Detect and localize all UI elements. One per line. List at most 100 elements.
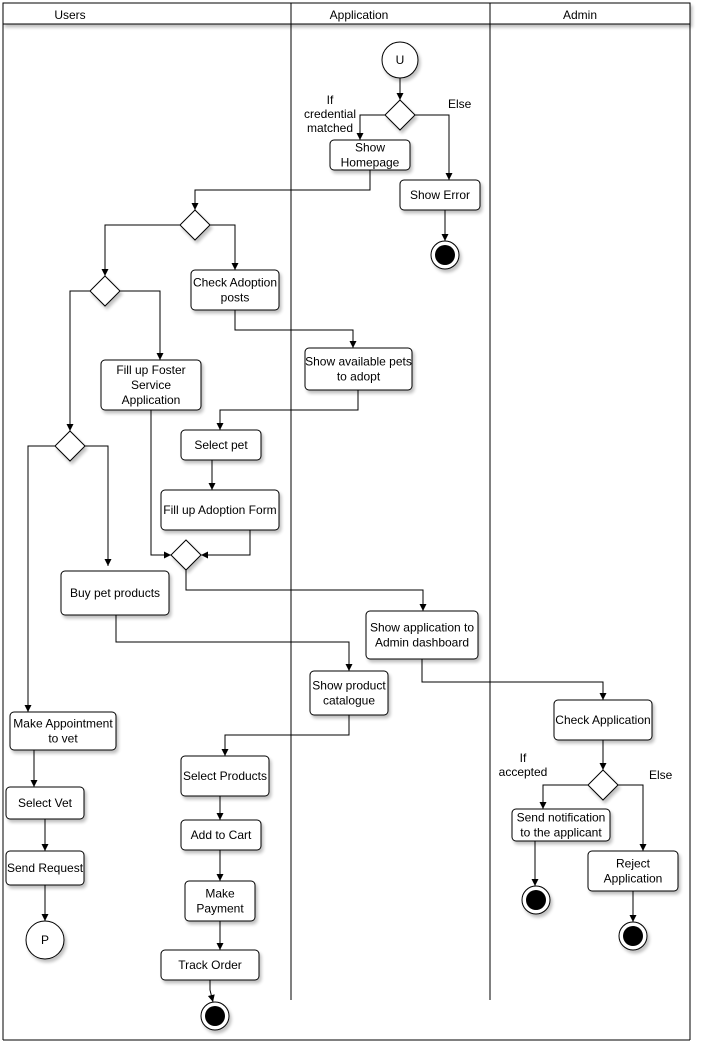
arrowhead <box>104 559 112 566</box>
control-flow-edge <box>150 410 171 559</box>
arrowhead <box>349 341 357 348</box>
lane-title-users: Users <box>54 8 85 22</box>
arrowhead <box>639 844 647 851</box>
show-to-admin-action: Show application toAdmin dashboard <box>365 610 479 660</box>
action-label: Payment <box>196 902 244 916</box>
action-label: Fill up Foster <box>116 363 185 377</box>
control-flow-edge <box>531 841 539 886</box>
guard-label: Else <box>448 97 472 111</box>
action-label: Homepage <box>341 156 400 170</box>
action-label: Service <box>131 378 171 392</box>
guard-label: matched <box>307 121 353 135</box>
action-label: Check Application <box>555 713 650 727</box>
arrowhead <box>539 802 547 809</box>
edge-line <box>234 310 354 348</box>
arrowhead <box>345 664 353 671</box>
control-flow-edge <box>618 784 647 851</box>
arrowhead <box>66 424 74 431</box>
control-flow-edge <box>356 114 385 140</box>
arrowhead <box>156 353 164 360</box>
action-label: Fill up Adoption Form <box>163 503 276 517</box>
select-vet-action: Select Vet <box>5 786 85 820</box>
arrowhead <box>208 483 216 490</box>
control-flow-edge <box>30 750 38 787</box>
action-label: Make Appointment <box>13 717 113 731</box>
buy-products-action: Buy pet products <box>60 570 170 616</box>
control-flow-edge <box>234 310 357 348</box>
control-flow-edge <box>221 715 350 756</box>
show-catalogue-action: Show productcatalogue <box>309 670 389 716</box>
d-accept-decision <box>587 769 619 801</box>
action-label: to the applicant <box>520 826 602 840</box>
edge-line <box>359 114 385 140</box>
final-inner-dot <box>205 1006 225 1026</box>
control-flow-edge <box>599 740 607 770</box>
control-flow-edge <box>216 921 224 950</box>
action-label: Show Error <box>410 188 470 202</box>
edge-line <box>210 224 236 270</box>
action-label: to vet <box>48 732 78 746</box>
action-label: Select Vet <box>18 796 73 810</box>
final-inner-dot <box>435 245 455 265</box>
decision-diamond <box>587 769 619 801</box>
action-label: posts <box>221 291 250 305</box>
decision-diamond <box>384 99 416 131</box>
arrowhead <box>419 604 427 611</box>
fill-adoption-action: Fill up Adoption Form <box>160 489 280 531</box>
control-flow-edge <box>185 570 427 611</box>
decision-diamond <box>170 539 202 571</box>
arrowhead <box>164 551 171 559</box>
decision-diamond <box>89 275 121 307</box>
edge-line <box>150 410 171 556</box>
arrowhead <box>356 133 364 140</box>
edge-line <box>85 445 109 566</box>
send-request-action: Send Request <box>5 850 85 886</box>
control-flow-edge <box>216 796 224 820</box>
end-reject-final-node <box>618 921 648 951</box>
guard-label: If <box>520 751 527 765</box>
arrowhead <box>221 749 229 756</box>
action-label: Send Request <box>7 861 84 875</box>
arrowhead <box>216 423 224 430</box>
edge-line <box>69 290 90 431</box>
arrowhead <box>531 879 539 886</box>
edge-line <box>415 114 450 180</box>
control-flow-edge <box>208 460 216 490</box>
control-flow-edge <box>41 819 49 851</box>
edge-line <box>120 290 161 360</box>
control-flow-edge <box>207 980 215 1003</box>
arrowhead <box>599 693 607 700</box>
lane-title-application: Application <box>330 8 389 22</box>
make-appointment-action: Make Appointmentto vet <box>9 711 117 751</box>
end-error-final-node <box>430 240 460 270</box>
edge-line <box>104 224 180 276</box>
fill-foster-action: Fill up FosterServiceApplication <box>100 359 202 411</box>
control-flow-edge <box>441 210 449 241</box>
guard-label: Else <box>649 768 673 782</box>
action-label: Show application to <box>370 621 474 635</box>
arrowhead <box>24 705 32 712</box>
show-homepage-action: ShowHomepage <box>329 139 411 171</box>
action-label: Show product <box>312 679 386 693</box>
end-order-final-node <box>200 1001 230 1031</box>
action-label: Buy pet products <box>70 586 160 600</box>
control-flow-edge <box>415 114 453 180</box>
control-flow-edge <box>201 530 251 559</box>
arrowhead <box>207 994 215 1002</box>
track-order-action: Track Order <box>160 949 260 981</box>
arrowhead <box>599 763 607 770</box>
control-flow-edge <box>115 615 353 671</box>
edge-line <box>421 659 604 700</box>
action-label: Make <box>205 887 235 901</box>
circle-label: P <box>41 933 49 947</box>
control-flow-edge <box>539 784 588 809</box>
control-flow-edge <box>85 445 112 566</box>
control-flow-edge <box>66 290 90 431</box>
arrowhead <box>216 943 224 950</box>
action-label: Show available pets <box>305 355 412 369</box>
control-flow-edge <box>120 290 164 360</box>
control-flow-edge <box>216 850 224 881</box>
d-service-decision <box>89 275 121 307</box>
control-flow-edge <box>210 224 239 270</box>
connector-p-node: P <box>25 920 65 960</box>
